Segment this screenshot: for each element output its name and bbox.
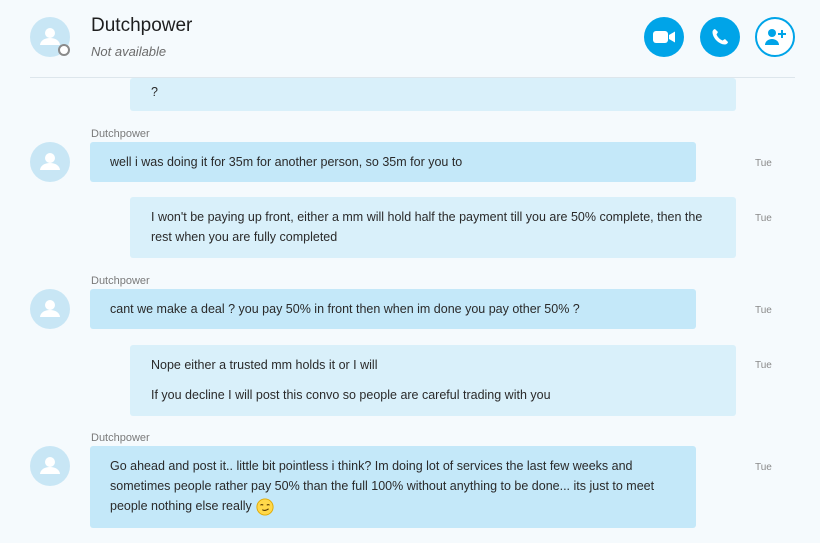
message-text: ? bbox=[151, 85, 158, 99]
user-icon bbox=[40, 153, 60, 170]
message-text: Nope either a trusted mm holds it or I w… bbox=[151, 358, 378, 372]
message-timestamp: Tue bbox=[755, 158, 772, 169]
contact-name[interactable]: Dutchpower bbox=[91, 15, 192, 37]
message-text: well i was doing it for 35m for another … bbox=[110, 155, 463, 169]
message-bubble-outgoing[interactable]: I won't be paying up front, either a mm … bbox=[130, 197, 736, 258]
message-bubble-incoming[interactable]: well i was doing it for 35m for another … bbox=[90, 142, 696, 182]
message-bubble-incoming[interactable]: Go ahead and post it.. little bit pointl… bbox=[90, 446, 696, 528]
add-person-icon bbox=[765, 29, 786, 45]
smirk-emoji-icon bbox=[256, 498, 274, 516]
sender-avatar[interactable] bbox=[30, 289, 70, 329]
add-people-button[interactable] bbox=[755, 17, 795, 57]
message-timestamp: Tue bbox=[755, 462, 772, 473]
message-sender: Dutchpower bbox=[91, 432, 150, 444]
contact-status: Not available bbox=[91, 44, 167, 59]
message-timestamp: Tue bbox=[755, 213, 772, 224]
presence-indicator bbox=[58, 44, 70, 56]
message-text-content: Go ahead and post it.. little bit pointl… bbox=[110, 459, 655, 513]
video-call-button[interactable] bbox=[644, 17, 684, 57]
message-bubble-outgoing[interactable]: Nope either a trusted mm holds it or I w… bbox=[130, 345, 736, 416]
message-sender: Dutchpower bbox=[91, 128, 150, 140]
message-timestamp: Tue bbox=[755, 305, 772, 316]
message-bubble-incoming[interactable]: cant we make a deal ? you pay 50% in fro… bbox=[90, 289, 696, 329]
video-camera-icon bbox=[653, 31, 675, 43]
message-text: I won't be paying up front, either a mm … bbox=[151, 210, 703, 244]
chat-header: Dutchpower Not available bbox=[0, 0, 820, 78]
voice-call-button[interactable] bbox=[700, 17, 740, 57]
sender-avatar[interactable] bbox=[30, 446, 70, 486]
sender-avatar[interactable] bbox=[30, 142, 70, 182]
message-text: If you decline I will post this convo so… bbox=[151, 388, 551, 402]
message-text: Go ahead and post it.. little bit pointl… bbox=[110, 456, 676, 516]
message-timestamp: Tue bbox=[755, 360, 772, 371]
user-icon bbox=[40, 457, 60, 474]
phone-icon bbox=[712, 29, 728, 45]
message-bubble-outgoing[interactable]: ? bbox=[130, 78, 736, 111]
message-sender: Dutchpower bbox=[91, 275, 150, 287]
message-text: cant we make a deal ? you pay 50% in fro… bbox=[110, 302, 580, 316]
user-icon bbox=[40, 300, 60, 317]
